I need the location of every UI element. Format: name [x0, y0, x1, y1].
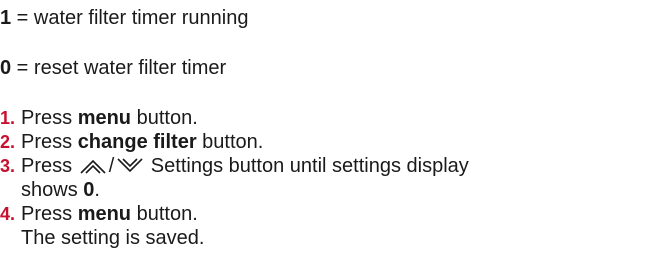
step-3: 3. Press / Settings button until settings…	[0, 154, 648, 202]
step-text: Settings button until settings display	[145, 155, 469, 177]
step-1: 1. Press menu button.	[0, 106, 648, 130]
step-text: Press	[21, 131, 78, 153]
step-number: 3.	[0, 156, 16, 176]
step-number: 2.	[0, 132, 16, 152]
step-text: button.	[196, 131, 264, 153]
state-description: reset water filter timer	[33, 57, 227, 79]
step-text: Press	[21, 155, 78, 177]
chevron-down-icon	[117, 158, 143, 173]
step-number: 1.	[0, 108, 16, 128]
step-keyword: menu	[77, 203, 132, 225]
step-text: Press	[21, 203, 78, 225]
step-text: .	[94, 179, 100, 201]
step-keyword: menu	[77, 107, 132, 129]
instruction-page: 1 = water filter timer running 0 = reset…	[0, 0, 648, 278]
state-running-line: 1 = water filter timer running	[0, 6, 248, 30]
step-result: The setting is saved.	[21, 227, 205, 249]
state-description: water filter timer running	[33, 7, 249, 29]
step-2: 2. Press change filter button.	[0, 130, 648, 154]
step-text: shows	[21, 179, 84, 201]
step-continuation: shows 0.	[21, 178, 648, 202]
state-reset-line: 0 = reset water filter timer	[0, 56, 226, 80]
icon-separator: /	[108, 155, 115, 177]
state-separator: =	[11, 57, 34, 79]
step-keyword: 0	[83, 179, 95, 201]
state-separator: =	[11, 7, 34, 29]
step-number: 4.	[0, 204, 16, 224]
step-keyword: change filter	[77, 131, 197, 153]
step-text: button.	[131, 203, 198, 225]
step-text: Press	[21, 107, 78, 129]
chevron-up-icon	[80, 159, 106, 174]
state-value: 1	[0, 7, 12, 29]
step-text: button.	[131, 107, 198, 129]
steps-list: 1. Press menu button. 2. Press change filt…	[0, 106, 648, 250]
state-value: 0	[0, 57, 12, 79]
step-4: 4. Press menu button. The setting is save…	[0, 202, 648, 250]
